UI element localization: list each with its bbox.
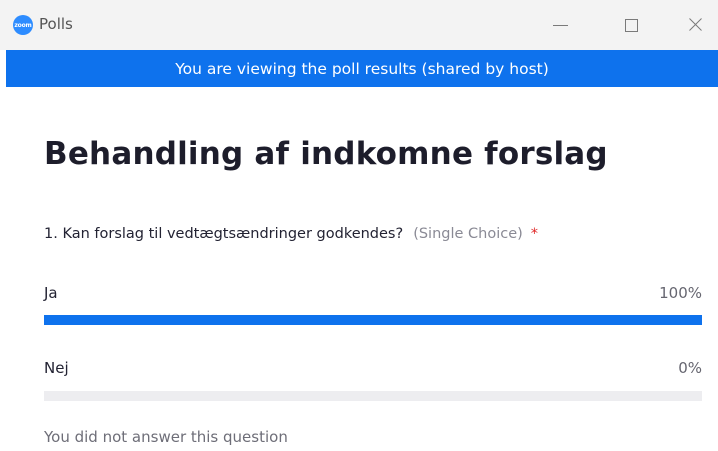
result-bar-track-ja [44, 315, 702, 325]
option-percent-ja: 100% [659, 284, 702, 302]
zoom-logo-icon: zoom [13, 15, 33, 35]
shared-results-banner: You are viewing the poll results (shared… [6, 50, 718, 87]
maximize-button[interactable] [608, 0, 654, 50]
close-button[interactable] [672, 0, 718, 50]
minimize-icon [552, 24, 568, 26]
result-bar-fill-ja [44, 315, 702, 325]
close-icon [687, 17, 703, 33]
title-bar[interactable]: zoom Polls [0, 0, 718, 50]
question-type: (Single Choice) [413, 226, 523, 242]
poll-title: Behandling af indkomne forslag [44, 136, 608, 172]
option-percent-nej: 0% [678, 359, 702, 377]
result-bar-track-nej [44, 391, 702, 401]
banner-text: You are viewing the poll results (shared… [175, 59, 549, 78]
unanswered-note: You did not answer this question [44, 428, 288, 446]
option-label-ja: Ja [44, 284, 58, 302]
question-text: 1. Kan forslag til vedtægtsændringer god… [44, 226, 404, 242]
window-title: Polls [39, 15, 73, 33]
maximize-icon [624, 18, 638, 32]
logo-text: zoom [14, 21, 32, 29]
minimize-button[interactable] [537, 0, 583, 50]
required-marker: * [530, 226, 539, 242]
poll-question: 1. Kan forslag til vedtægtsændringer god… [44, 226, 538, 242]
polls-window: zoom Polls You are viewing the poll resu… [0, 0, 718, 451]
option-label-nej: Nej [44, 359, 69, 377]
